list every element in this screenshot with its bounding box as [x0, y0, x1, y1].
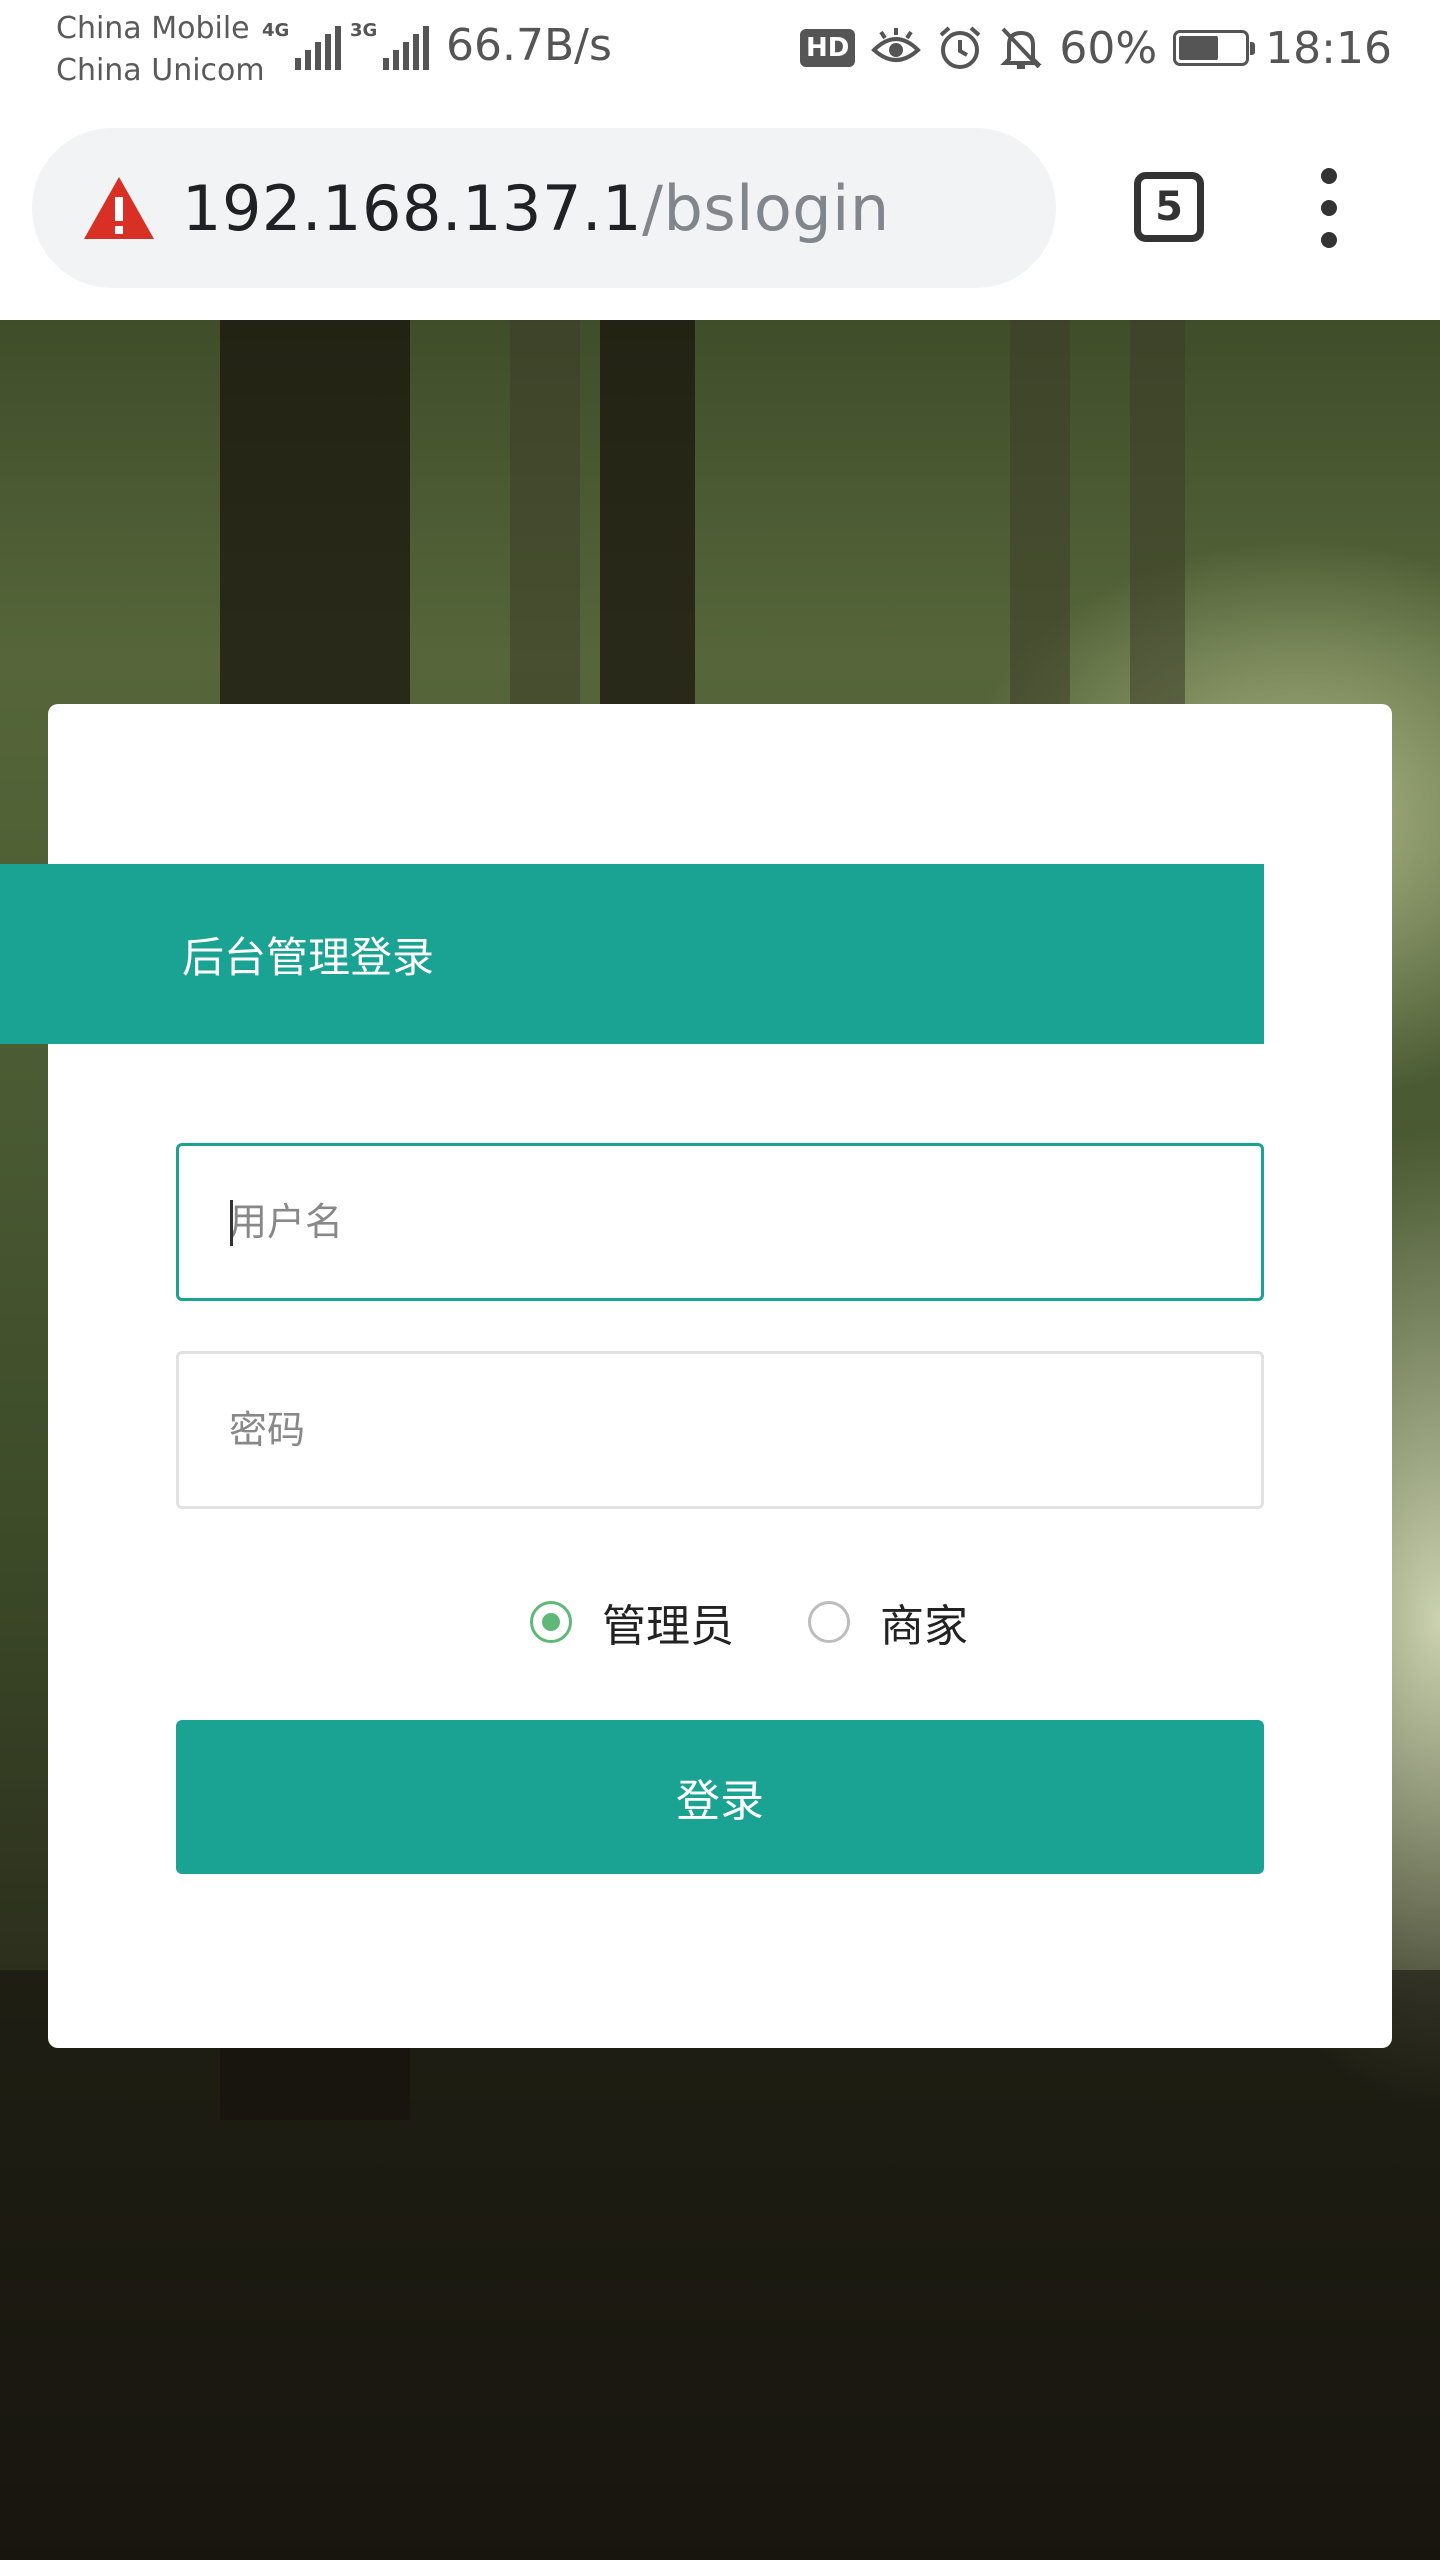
browser-toolbar: 192.168.137.1/bslogin 5 [0, 100, 1440, 320]
signal-4g-icon: 4G [262, 20, 342, 70]
clock: 18:16 [1265, 22, 1392, 74]
battery-percent: 60% [1059, 22, 1158, 74]
tab-switcher-button[interactable]: 5 [1134, 172, 1204, 242]
status-icons: HD 60% 18:16 [800, 16, 1392, 80]
address-bar[interactable]: 192.168.137.1/bslogin [32, 128, 1056, 288]
status-bar: China Mobile China Unicom 4G 3G 66.7B/s … [0, 0, 1440, 100]
role-label-merchant: 商家 [880, 1601, 968, 1652]
network-type-2: 3G [350, 20, 378, 41]
role-selector: 管理员 商家 [0, 1590, 1440, 1654]
battery-icon [1173, 30, 1256, 66]
username-input[interactable] [176, 1143, 1264, 1301]
warning-triangle-icon[interactable] [82, 175, 156, 241]
role-option-admin[interactable]: 管理员 [530, 1590, 734, 1654]
login-header: 后台管理登录 [0, 864, 1264, 1044]
eye-comfort-icon [871, 28, 922, 62]
role-option-merchant[interactable]: 商家 [808, 1590, 968, 1654]
network-speed: 66.7B/s [446, 20, 612, 71]
password-input[interactable] [176, 1351, 1264, 1509]
mute-bell-icon [1000, 27, 1043, 69]
hd-icon: HD [800, 29, 856, 67]
radio-admin[interactable] [530, 1601, 572, 1643]
page-title: 后台管理登录 [182, 932, 435, 982]
radio-merchant[interactable] [808, 1601, 850, 1643]
url-text[interactable]: 192.168.137.1/bslogin [182, 172, 890, 245]
alarm-icon [940, 26, 981, 69]
tab-count: 5 [1155, 184, 1183, 230]
signal-3g-icon: 3G [350, 20, 430, 70]
text-caret [230, 1200, 233, 1246]
network-type-1: 4G [262, 20, 290, 41]
more-vertical-icon[interactable] [1312, 168, 1346, 248]
url-host: 192.168.137.1 [182, 171, 643, 245]
carrier-1: China Mobile [56, 11, 250, 46]
carrier-names: China Mobile China Unicom [56, 8, 265, 92]
url-path: /bslogin [642, 171, 890, 245]
carrier-2: China Unicom [56, 53, 265, 88]
role-label-admin: 管理员 [602, 1601, 734, 1652]
login-button[interactable]: 登录 [176, 1720, 1264, 1874]
